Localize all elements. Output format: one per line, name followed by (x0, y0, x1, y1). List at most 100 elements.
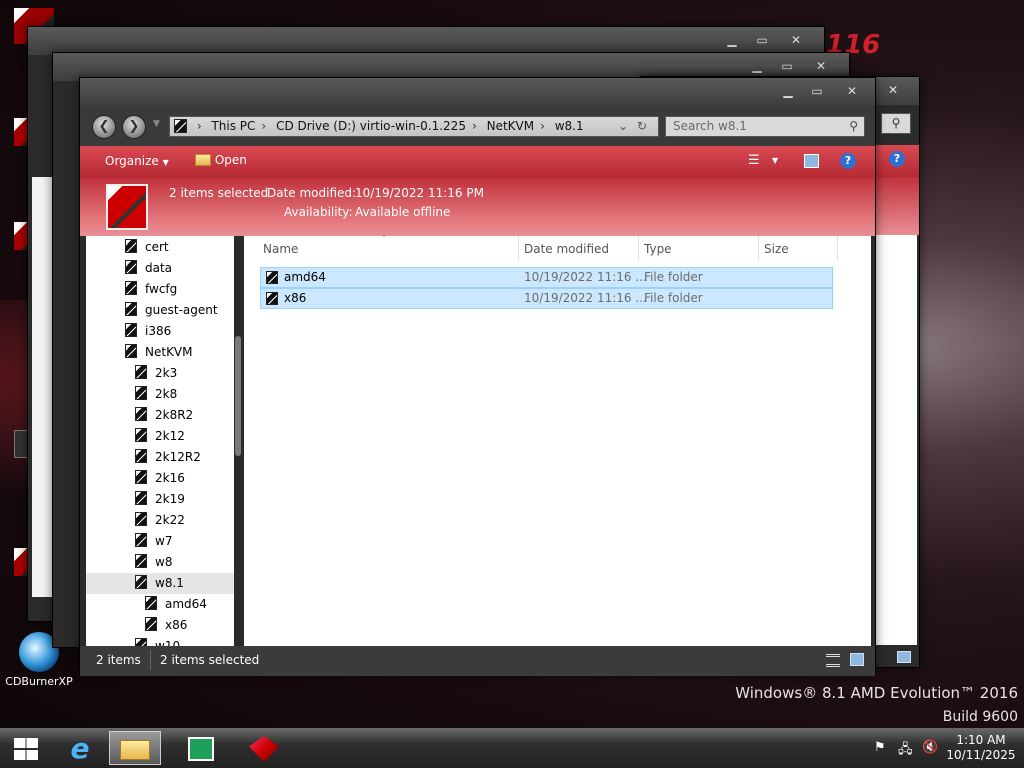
store-icon[interactable] (175, 731, 227, 765)
date-modified-label: Date modified: (267, 186, 357, 200)
folder-icon (266, 271, 278, 284)
maximize-button[interactable]: ▭ (807, 82, 827, 100)
nav-tree-item[interactable]: w10 (135, 636, 180, 646)
table-row[interactable]: amd64 10/19/2022 11:16 ... File folder (260, 267, 833, 288)
file-date: 10/19/2022 11:16 ... (524, 291, 647, 305)
nav-tree-item[interactable]: cert (125, 237, 169, 258)
nav-tree-label: 2k8R2 (155, 408, 194, 422)
search-icon[interactable]: ⚲ (881, 113, 911, 134)
nav-tree-item[interactable]: 2k22 (135, 510, 185, 531)
windows-logo-icon (14, 738, 38, 760)
nav-tree-item[interactable]: guest-agent (125, 300, 218, 321)
column-divider[interactable] (518, 236, 519, 260)
minimize-button[interactable]: ▁ (747, 57, 767, 75)
nav-tree-item[interactable]: 2k12 (135, 426, 185, 447)
nav-tree-item[interactable]: w7 (135, 531, 172, 552)
close-button[interactable]: ✕ (840, 82, 864, 100)
nav-tree-label: w7 (155, 534, 173, 548)
forward-button[interactable]: ❯ (122, 115, 146, 139)
nav-tree-item[interactable]: i386 (125, 321, 171, 342)
nav-tree-item[interactable]: 2k8R2 (135, 405, 193, 426)
nav-tree-label: fwcfg (145, 282, 178, 296)
table-row[interactable]: x86 10/19/2022 11:16 ... File folder (260, 288, 833, 309)
address-bar[interactable]: › This PC › CD Drive (D:) virtio-win-0.1.… (169, 116, 659, 137)
close-button[interactable]: ✕ (809, 57, 833, 75)
nav-tree-item[interactable]: 2k3 (135, 363, 177, 384)
details-view-icon[interactable] (826, 654, 840, 667)
column-header-date[interactable]: Date modified (524, 240, 609, 258)
maximize-button[interactable]: ▭ (752, 31, 772, 49)
search-input[interactable]: Search w8.1 ⚲ (665, 116, 865, 137)
folder-icon (145, 617, 157, 631)
nav-tree-item[interactable]: 2k16 (135, 468, 185, 489)
network-icon[interactable]: 🖧 (898, 740, 913, 762)
nav-tree-item[interactable]: 2k8 (135, 384, 177, 405)
help-icon[interactable]: ? (889, 151, 905, 167)
folder-icon (135, 470, 147, 484)
flag-icon[interactable]: ⚑ (874, 740, 886, 755)
back-button[interactable]: ❮ (92, 115, 116, 139)
column-header-type[interactable]: Type (644, 240, 672, 258)
recent-locations-icon[interactable]: ▼ (153, 119, 160, 129)
minimize-button[interactable]: ▁ (722, 31, 742, 49)
folder-icon (266, 292, 278, 305)
column-header-name[interactable]: Name (263, 240, 298, 258)
close-button[interactable]: ✕ (784, 31, 808, 49)
breadcrumb-netkvm[interactable]: NetKVM (487, 119, 535, 133)
navigation-pane[interactable]: cert data fwcfg guest-agent i386 NetKVM 2k3 2k8… (86, 236, 234, 646)
internet-explorer-icon[interactable]: e (54, 731, 106, 765)
folder-icon (135, 638, 147, 646)
status-bar: 2 items 2 items selected (80, 646, 875, 676)
file-explorer-icon[interactable] (109, 731, 161, 765)
title-bar[interactable]: ▁ ▭ ✕ (80, 78, 875, 106)
nav-tree-item[interactable]: 2k19 (135, 489, 185, 510)
minimize-button[interactable]: ▁ (778, 82, 798, 100)
scrollbar-thumb[interactable] (235, 336, 241, 456)
large-icons-view-icon[interactable] (850, 653, 864, 666)
view-icon[interactable] (897, 651, 911, 663)
nav-tree-label: w8 (155, 555, 173, 569)
search-icon[interactable]: ⚲ (849, 117, 858, 136)
title-bar[interactable]: ▁ ▭ ✕ (28, 27, 824, 55)
navigation-scrollbar[interactable] (234, 236, 242, 646)
volume-muted-icon[interactable]: 🔇 (922, 740, 938, 755)
selected-folder-icon (106, 184, 148, 230)
column-divider[interactable] (837, 236, 838, 260)
open-button[interactable]: Open (195, 153, 247, 167)
nav-tree-item[interactable]: fwcfg (125, 279, 177, 300)
nav-tree-item[interactable]: amd64 (145, 594, 207, 615)
change-view-icon[interactable]: ☰ (748, 153, 760, 168)
organize-button[interactable]: Organize ▼ (105, 154, 169, 168)
nav-tree-label: 2k22 (155, 513, 185, 527)
sort-indicator-icon: ˆ (382, 235, 386, 244)
explorer-window[interactable]: ▁ ▭ ✕ ❮ ❯ ▼ › This PC › CD Drive (D:) vir… (79, 77, 876, 676)
clock[interactable]: 1:10 AM 10/11/2025 (944, 733, 1018, 763)
nav-tree-item[interactable]: data (125, 258, 172, 279)
app-icon[interactable] (238, 731, 290, 765)
nav-tree-item[interactable]: 2k12R2 (135, 447, 201, 468)
open-label: Open (214, 153, 247, 167)
column-header-size[interactable]: Size (764, 240, 789, 258)
column-divider[interactable] (638, 236, 639, 260)
search-placeholder: Search w8.1 (673, 119, 747, 133)
address-dropdown-icon[interactable]: ⌄ (618, 117, 628, 136)
nav-tree-item[interactable]: x86 (145, 615, 187, 636)
nav-tree-item[interactable]: NetKVM (125, 342, 193, 363)
breadcrumb-this-pc[interactable]: This PC (211, 119, 255, 133)
refresh-icon[interactable]: ↻ (637, 117, 647, 136)
folder-icon (135, 449, 147, 463)
folder-icon (135, 554, 147, 568)
preview-pane-icon[interactable] (804, 154, 819, 168)
breadcrumb-w81[interactable]: w8.1 (555, 119, 584, 133)
close-button[interactable]: ✕ (881, 81, 905, 99)
nav-tree-item[interactable]: w8 (135, 552, 172, 573)
column-divider[interactable] (758, 236, 759, 260)
view-options-chevron-icon[interactable]: ▼ (772, 156, 778, 165)
file-list[interactable]: ˆ Name Date modified Type Size amd64 10/… (244, 235, 871, 646)
folder-icon (174, 119, 187, 133)
breadcrumb-cd-drive[interactable]: CD Drive (D:) virtio-win-0.1.225 (276, 119, 466, 133)
help-icon[interactable]: ? (840, 153, 856, 169)
nav-tree-item[interactable]: w8.1 (135, 573, 184, 594)
maximize-button[interactable]: ▭ (777, 57, 797, 75)
start-button[interactable] (0, 731, 52, 765)
